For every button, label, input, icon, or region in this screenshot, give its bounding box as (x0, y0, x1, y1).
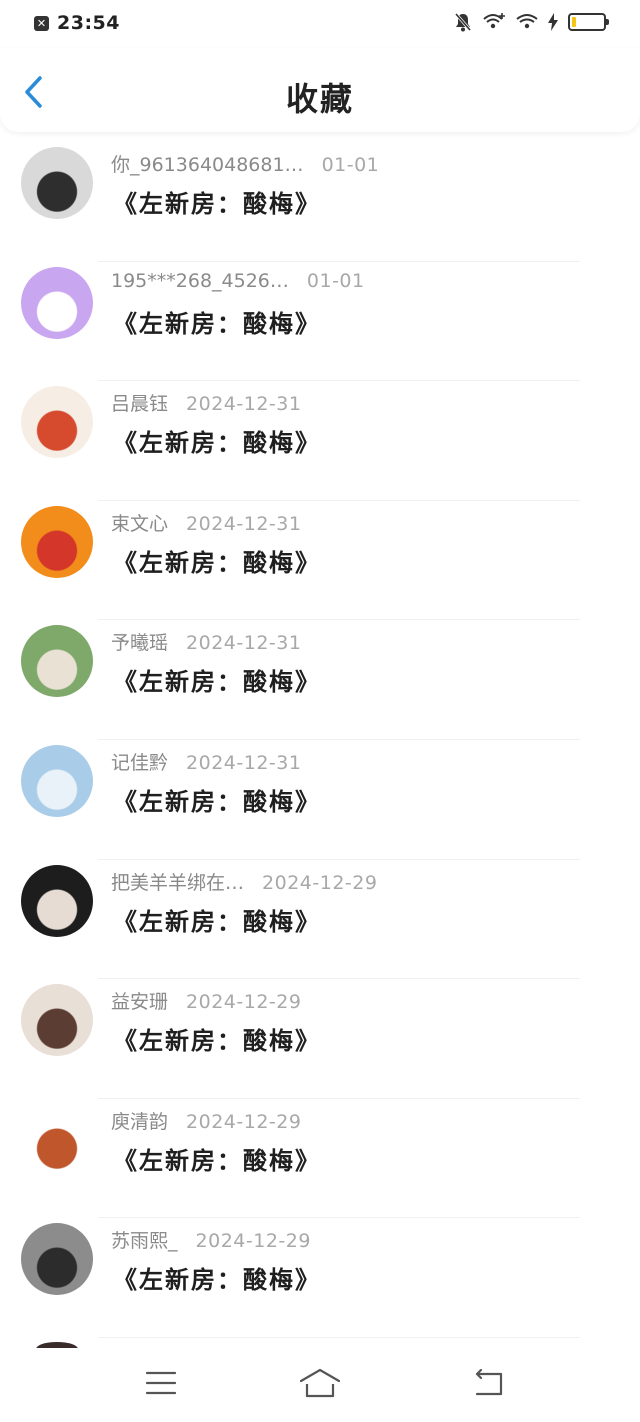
avatar[interactable] (21, 744, 93, 817)
item-title[interactable]: 《左新房：酸梅》 (113, 304, 321, 339)
favorite-item[interactable]: 益安珊 2024-12-29 《左新房：酸梅》 (0, 979, 640, 1099)
favorite-item[interactable]: 吕晨钰 2024-12-31 《左新房：酸梅》 (0, 381, 640, 501)
item-date: 2024-12-31 (186, 632, 302, 655)
avatar[interactable] (21, 864, 93, 937)
avatar[interactable] (21, 505, 93, 578)
close-box-icon: ✕ (34, 15, 49, 31)
avatar[interactable] (21, 266, 93, 339)
item-meta: 你_961364048681… 01-01 (111, 150, 379, 177)
item-meta: 苏雨熙_ 2024-12-29 (111, 1226, 311, 1253)
charging-icon (548, 13, 558, 31)
user-name[interactable]: 苏雨熙_ (111, 1226, 178, 1253)
item-title[interactable]: 《左新房：酸梅》 (113, 543, 321, 578)
favorite-item[interactable]: 记佳黔 2024-12-31 《左新房：酸梅》 (0, 740, 640, 860)
status-right (454, 12, 609, 32)
back-icon (475, 1369, 503, 1396)
status-time: 23:54 (57, 12, 120, 34)
user-name[interactable]: 束文心 (111, 509, 168, 536)
favorite-item[interactable]: 庾清韵 2024-12-29 《左新房：酸梅》 (0, 1099, 640, 1219)
item-title[interactable]: 《左新房：酸梅》 (113, 1141, 321, 1176)
item-meta: 束文心 2024-12-31 (111, 509, 301, 536)
item-title[interactable]: 《左新房：酸梅》 (113, 423, 321, 458)
app-header: 收藏 (0, 48, 640, 132)
wifi-plus-icon (483, 13, 505, 29)
favorite-item[interactable]: 予曦瑶 2024-12-31 《左新房：酸梅》 (0, 620, 640, 740)
favorite-item[interactable]: 你_961364048681… 01-01 《左新房：酸梅》 (0, 142, 640, 262)
item-title[interactable]: 《左新房：酸梅》 (113, 184, 321, 219)
status-left: ✕ 23:54 (34, 12, 120, 34)
home-icon (299, 1368, 341, 1398)
item-meta: 吕晨钰 2024-12-31 (111, 389, 301, 416)
favorite-item[interactable]: 束文心 2024-12-31 《左新房：酸梅》 (0, 501, 640, 621)
battery-level (572, 17, 576, 27)
avatar[interactable] (21, 386, 93, 459)
item-date: 2024-12-29 (186, 1110, 302, 1133)
item-meta: 把美羊羊绑在… 2024-12-29 (111, 868, 377, 895)
item-date: 2024-12-29 (186, 991, 302, 1014)
favorite-item[interactable]: 195***268_4526… 01-01 《左新房：酸梅》 (0, 262, 640, 382)
user-name[interactable]: 庾清韵 (111, 1107, 168, 1134)
item-title[interactable]: 《左新房：酸梅》 (113, 782, 321, 817)
user-name[interactable]: 记佳黔 (111, 748, 168, 775)
favorites-list[interactable]: 你_961364048681… 01-01 《左新房：酸梅》 195***268_45… (0, 142, 640, 1348)
item-title[interactable]: 《左新房：酸梅》 (113, 1260, 321, 1295)
system-nav-bar (0, 1348, 640, 1422)
menu-button[interactable] (139, 1366, 183, 1400)
item-date: 01-01 (321, 154, 380, 176)
avatar[interactable] (21, 1103, 93, 1176)
item-meta: 195***268_4526… 01-01 (111, 270, 365, 292)
user-name[interactable]: 把美羊羊绑在… (111, 868, 244, 895)
status-bar: ✕ 23:54 (0, 0, 640, 48)
user-name[interactable]: 益安珊 (111, 987, 168, 1014)
item-date: 2024-12-29 (262, 871, 378, 894)
item-meta: 益安珊 2024-12-29 (111, 987, 301, 1014)
item-meta: 记佳黔 2024-12-31 (111, 748, 301, 775)
bell-muted-icon (454, 13, 472, 32)
item-meta: 庾清韵 2024-12-29 (111, 1107, 301, 1134)
page-title: 收藏 (285, 80, 354, 118)
item-date: 2024-12-31 (186, 512, 302, 535)
avatar[interactable] (21, 1223, 93, 1296)
item-title[interactable]: 《左新房：酸梅》 (113, 662, 321, 697)
menu-icon (145, 1371, 177, 1395)
avatar[interactable] (21, 625, 93, 698)
wifi-icon (516, 14, 538, 29)
item-meta: 予曦瑶 2024-12-31 (111, 628, 301, 655)
item-date: 01-01 (306, 269, 365, 292)
favorite-item[interactable]: 苏雨熙_ 2024-12-29 《左新房：酸梅》 (0, 1218, 640, 1338)
avatar[interactable] (21, 147, 93, 219)
home-button[interactable] (298, 1366, 342, 1400)
favorite-item[interactable]: 把美羊羊绑在… 2024-12-29 《左新房：酸梅》 (0, 860, 640, 980)
item-date: 2024-12-31 (186, 751, 302, 774)
user-name[interactable]: 你_961364048681… (111, 150, 304, 177)
avatar[interactable] (21, 984, 93, 1057)
user-name[interactable]: 予曦瑶 (111, 628, 168, 655)
user-name[interactable]: 吕晨钰 (111, 389, 168, 416)
item-title[interactable]: 《左新房：酸梅》 (113, 902, 321, 937)
back-nav-button[interactable] (466, 1366, 510, 1400)
user-name[interactable]: 195***268_4526… (111, 270, 289, 292)
item-date: 2024-12-31 (186, 393, 302, 416)
battery-icon (568, 13, 609, 31)
item-title[interactable]: 《左新房：酸梅》 (113, 1021, 321, 1056)
item-date: 2024-12-29 (195, 1230, 311, 1253)
